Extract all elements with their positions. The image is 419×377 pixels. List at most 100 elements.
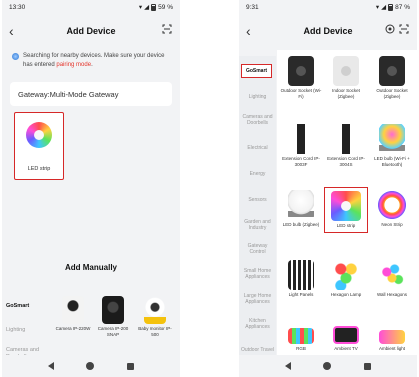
device-label: Ambient TV bbox=[334, 346, 358, 351]
nav-recent-icon[interactable] bbox=[363, 362, 371, 370]
device-camera-ip220w[interactable]: Camera IP-220W bbox=[54, 296, 92, 332]
back-icon[interactable]: ‹ bbox=[246, 22, 251, 40]
category-gosmart[interactable]: GoSmart bbox=[2, 303, 46, 310]
add-manually-title: Add Manually bbox=[64, 263, 117, 272]
device-item[interactable]: Hexagon Lamp bbox=[324, 260, 368, 298]
category-lighting[interactable]: Lighting bbox=[239, 94, 276, 100]
pairing-mode-link[interactable]: pairing mode bbox=[56, 62, 91, 68]
device-label: Outdoor Socket (Wi-Fi) bbox=[280, 88, 322, 99]
category-cameras[interactable]: Cameras and Doorbells bbox=[239, 114, 276, 126]
status-bar: 13:30 ▾ ◢ 59 % bbox=[2, 0, 180, 14]
device-label: Wall Hexagons bbox=[376, 292, 408, 297]
device-item[interactable]: Light Panels bbox=[279, 260, 323, 298]
page-title: Add Device bbox=[66, 26, 116, 36]
target-icon[interactable] bbox=[385, 24, 395, 34]
nav-back-icon[interactable] bbox=[48, 362, 55, 370]
signal-icon: ◢ bbox=[144, 4, 150, 11]
category-lighting[interactable]: Lighting bbox=[2, 327, 46, 334]
led-strip-image bbox=[331, 191, 361, 221]
outdoor-socket-image bbox=[288, 56, 314, 86]
wifi-icon: ▾ bbox=[138, 4, 143, 11]
scan-icon[interactable] bbox=[399, 24, 409, 34]
android-nav-bar bbox=[2, 355, 180, 377]
device-grid: Outdoor Socket (Wi-Fi) Indoor Socket (Zi… bbox=[277, 50, 417, 355]
device-label: Extension Cord IP-3003F bbox=[282, 156, 320, 167]
camera-image bbox=[102, 296, 124, 324]
gateway-label: Gateway:Multi-Mode Gateway bbox=[18, 89, 119, 99]
ambient-tv-image bbox=[333, 326, 359, 344]
nav-recent-icon[interactable] bbox=[126, 362, 134, 370]
device-label: Extension Cord IP-3004S bbox=[327, 156, 365, 167]
category-small-appliances[interactable]: Small Home Appliances bbox=[239, 268, 276, 280]
nav-home-icon[interactable] bbox=[86, 362, 95, 370]
device-item[interactable]: Outdoor Socket (Zigbee) bbox=[370, 56, 414, 99]
device-item[interactable]: Indoor Socket (Zigbee) bbox=[324, 56, 368, 99]
device-item[interactable]: Wall Hexagons bbox=[370, 260, 414, 298]
hexagon-lamp-image bbox=[333, 260, 359, 290]
notice-text: Searching for nearby devices. Make sure … bbox=[23, 53, 165, 68]
scan-icon[interactable] bbox=[162, 24, 172, 34]
neon-strip-image bbox=[377, 190, 407, 220]
device-item[interactable]: Ambient light bbox=[370, 318, 414, 352]
category-large-appliances[interactable]: Large Home Appliances bbox=[239, 293, 276, 305]
device-label: Light Panels bbox=[288, 292, 314, 297]
category-outdoor[interactable]: Outdoor Travel bbox=[239, 347, 276, 353]
indoor-socket-image bbox=[333, 56, 359, 86]
device-item[interactable]: RGB bbox=[279, 318, 323, 352]
device-baby-monitor[interactable]: Baby monitor IP-500 bbox=[136, 296, 174, 337]
found-device-label: LED strip bbox=[27, 166, 51, 172]
device-item[interactable]: Extension Cord IP-3004S bbox=[324, 124, 368, 167]
header: ‹ Add Device bbox=[239, 20, 417, 42]
device-item-selected[interactable]: LED strip bbox=[324, 187, 368, 233]
android-nav-bar bbox=[239, 355, 417, 377]
category-sidebar: GoSmart Lighting Cameras and Doorbells E… bbox=[239, 56, 276, 355]
category-energy[interactable]: Energy bbox=[239, 171, 276, 177]
category-gateway[interactable]: Gateway Control bbox=[239, 243, 276, 255]
baby-monitor-image bbox=[144, 296, 166, 324]
notice-end: . bbox=[91, 62, 93, 68]
page-title: Add Device bbox=[303, 26, 353, 36]
battery-level: 87 % bbox=[395, 3, 410, 11]
searching-icon bbox=[12, 53, 19, 60]
battery-level: 59 % bbox=[158, 3, 173, 11]
led-strip-image bbox=[26, 122, 52, 148]
back-icon[interactable]: ‹ bbox=[9, 22, 14, 40]
device-camera-ip200[interactable]: Camera IP-200 SNAP bbox=[94, 296, 132, 337]
status-time: 9:31 bbox=[246, 3, 259, 11]
led-bulb-image bbox=[379, 124, 405, 154]
device-item[interactable]: Extension Cord IP-3003F bbox=[279, 124, 323, 167]
category-gosmart[interactable]: GoSmart bbox=[241, 64, 272, 78]
category-garden[interactable]: Garden and Industry bbox=[239, 219, 276, 231]
outdoor-socket-image bbox=[379, 56, 405, 86]
ambient-light-image bbox=[379, 330, 405, 344]
device-item[interactable]: LED bulb (Wi-Fi + Bluetooth) bbox=[370, 124, 414, 167]
extension-cord-image bbox=[333, 124, 359, 154]
device-label: Neon Strip bbox=[381, 222, 403, 227]
nav-home-icon[interactable] bbox=[323, 362, 332, 370]
device-item[interactable]: Ambient TV bbox=[324, 318, 368, 352]
status-bar: 9:31 ▾ ◢ 87 % bbox=[239, 0, 417, 14]
category-electrical[interactable]: Electrical bbox=[239, 145, 276, 151]
category-sensors[interactable]: Sensors bbox=[239, 197, 276, 203]
device-label: Hexagon Lamp bbox=[330, 292, 362, 297]
rgb-strip-image bbox=[288, 328, 314, 344]
device-label: Camera IP-200 SNAP bbox=[97, 326, 129, 337]
camera-image bbox=[62, 296, 84, 324]
battery-icon bbox=[151, 3, 157, 11]
nav-back-icon[interactable] bbox=[285, 362, 292, 370]
wall-hexagons-image bbox=[379, 260, 405, 290]
extension-cord-image bbox=[288, 124, 314, 154]
right-phone-screen: 9:31 ▾ ◢ 87 % ‹ Add Device GoSmart Light… bbox=[239, 0, 417, 377]
left-phone-screen: 13:30 ▾ ◢ 59 % ‹ Add Device Searching fo… bbox=[2, 0, 180, 377]
device-label: Ambient light bbox=[378, 346, 405, 351]
gateway-row[interactable]: Gateway:Multi-Mode Gateway bbox=[10, 82, 172, 106]
device-label: Baby monitor IP-500 bbox=[138, 326, 172, 337]
device-item[interactable]: Neon Strip bbox=[370, 190, 414, 228]
status-icons: ▾ ◢ 87 % bbox=[376, 3, 410, 11]
device-item[interactable]: LED bulb (Zigbee) bbox=[279, 190, 323, 228]
category-kitchen[interactable]: Kitchen Appliances bbox=[239, 318, 276, 330]
led-bulb-image bbox=[288, 190, 314, 220]
found-device-card[interactable]: LED strip bbox=[14, 112, 64, 180]
search-notice: Searching for nearby devices. Make sure … bbox=[12, 52, 170, 70]
device-item[interactable]: Outdoor Socket (Wi-Fi) bbox=[279, 56, 323, 99]
